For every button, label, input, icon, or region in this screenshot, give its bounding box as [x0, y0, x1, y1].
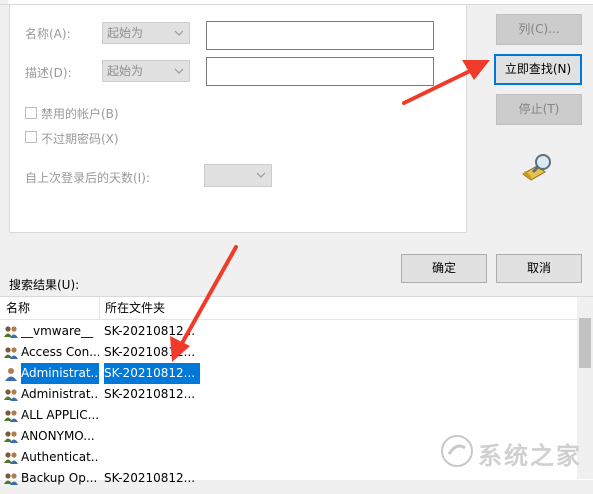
columns-button[interactable]: 列(C)... [496, 14, 582, 45]
search-results-label: 搜索结果(U): [9, 278, 80, 292]
result-row[interactable]: ALL APPLIC... [0, 405, 577, 426]
result-row[interactable]: __vmware__ SK-20210812... [0, 321, 577, 342]
group-icon [3, 345, 19, 361]
group-icon [3, 324, 19, 340]
top-border-gap [0, 0, 8, 4]
chevron-down-icon [256, 172, 266, 178]
result-name: Authenticat... [21, 450, 99, 464]
results-header [0, 297, 577, 320]
column-header-folder[interactable]: 所在文件夹 [101, 297, 165, 319]
user-icon [3, 366, 19, 382]
ok-button[interactable]: 确定 [401, 254, 487, 283]
group-icon [3, 429, 19, 445]
result-folder: SK-20210812... [104, 324, 196, 338]
days-since-logon-select[interactable] [204, 164, 272, 187]
result-row[interactable]: Administrat... SK-20210812... [0, 384, 577, 405]
result-folder: SK-20210812... [104, 345, 196, 359]
name-mode-value: 起始为 [107, 26, 144, 40]
name-label: 名称(A): [25, 27, 71, 41]
disabled-accounts-label: 禁用的帐户(B) [41, 107, 119, 121]
chevron-down-icon [174, 30, 184, 36]
result-folder: SK-20210812... [104, 363, 200, 384]
name-mode-select[interactable]: 起始为 [102, 22, 190, 44]
result-row[interactable]: Administrat... SK-20210812... [0, 363, 577, 384]
cancel-button[interactable]: 取消 [496, 254, 582, 283]
column-divider[interactable] [99, 297, 100, 319]
name-input[interactable] [206, 21, 434, 50]
no-expire-password-label: 不过期密码(X) [41, 132, 119, 146]
watermark-text: 系统之家 [478, 442, 582, 470]
stop-button[interactable]: 停止(T) [496, 94, 582, 125]
watermark: 系统之家 [440, 432, 590, 472]
result-name: ANONYMO... [21, 429, 95, 443]
search-flashlight-icon [522, 154, 551, 181]
result-name: Administrat... [21, 363, 99, 384]
result-folder: SK-20210812... [104, 387, 196, 401]
group-icon [3, 471, 19, 487]
watermark-logo [441, 435, 473, 467]
disabled-accounts-checkbox[interactable] [25, 107, 37, 119]
scrollbar-thumb[interactable] [579, 318, 591, 368]
result-name: Administrat... [21, 387, 99, 401]
description-label: 描述(D): [25, 66, 72, 80]
group-icon [3, 450, 19, 466]
group-icon [3, 408, 19, 424]
result-name: __vmware__ [21, 324, 94, 338]
description-mode-select[interactable]: 起始为 [102, 60, 190, 82]
description-mode-value: 起始为 [107, 64, 144, 78]
result-name: ALL APPLIC... [21, 408, 99, 422]
chevron-down-icon [174, 68, 184, 74]
description-input[interactable] [206, 57, 434, 86]
no-expire-password-checkbox[interactable] [25, 131, 37, 143]
days-since-logon-label: 自上次登录后的天数(I): [25, 171, 150, 185]
group-icon [3, 387, 19, 403]
column-header-name[interactable]: 名称 [2, 297, 30, 319]
result-row[interactable]: Access Con... SK-20210812... [0, 342, 577, 363]
find-now-button[interactable]: 立即查找(N) [494, 54, 582, 85]
result-name: Access Con... [21, 345, 99, 359]
